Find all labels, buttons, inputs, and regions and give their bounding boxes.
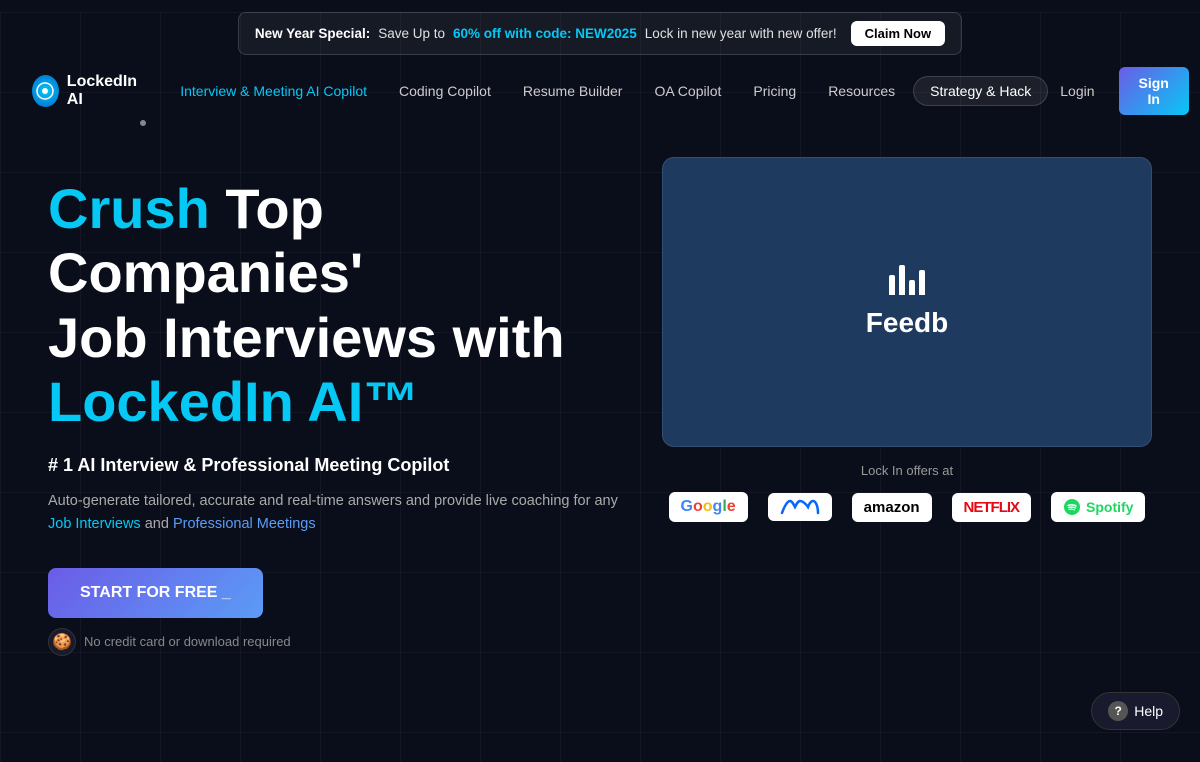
no-credit-card: 🍪 No credit card or download required — [48, 628, 291, 656]
logos-label: Lock In offers at — [662, 463, 1152, 478]
hero-subtitle: # 1 AI Interview & Professional Meeting … — [48, 455, 622, 476]
hero-description: Auto-generate tailored, accurate and rea… — [48, 490, 622, 536]
google-logo: Google — [669, 492, 748, 522]
login-button[interactable]: Login — [1048, 76, 1106, 106]
bar-4 — [919, 270, 925, 295]
hero-link-interviews[interactable]: Job Interviews — [48, 516, 141, 532]
announcement-prefix: New Year Special: — [255, 26, 370, 41]
help-button[interactable]: ? Help — [1091, 692, 1180, 730]
bar-chart-icon — [889, 265, 925, 295]
meta-logo — [768, 493, 832, 521]
nav-right: Login Sign In — [1048, 67, 1189, 115]
nav-resume[interactable]: Resume Builder — [509, 76, 637, 106]
nav-resources[interactable]: Resources — [814, 76, 909, 106]
nav-strategy[interactable]: Strategy & Hack — [913, 76, 1048, 106]
no-cc-text: No credit card or download required — [84, 634, 291, 649]
spotify-text: Spotify — [1086, 499, 1133, 515]
announcement-save: Save Up to — [378, 26, 445, 41]
start-free-button[interactable]: START FOR FREE _ — [48, 568, 263, 618]
announcement-lock: Lock in new year with new offer! — [645, 26, 837, 41]
nav-oa[interactable]: OA Copilot — [640, 76, 735, 106]
spotify-logo: Spotify — [1051, 492, 1145, 522]
bar-3 — [909, 280, 915, 295]
hero-title-crush: Crush — [48, 177, 210, 240]
bar-2 — [899, 265, 905, 295]
nav-coding[interactable]: Coding Copilot — [385, 76, 505, 106]
cookie-icon: 🍪 — [48, 628, 76, 656]
help-icon: ? — [1108, 701, 1128, 721]
logo-icon — [32, 75, 59, 107]
claim-now-button[interactable]: Claim Now — [851, 21, 945, 46]
announcement-highlight: 60% off with code: NEW2025 — [453, 26, 637, 41]
hero-link-meetings[interactable]: Professional Meetings — [173, 516, 316, 532]
video-placeholder: Feedb — [866, 265, 948, 339]
cta-area: START FOR FREE _ 🍪 No credit card or dow… — [48, 568, 622, 656]
video-container: Feedb — [662, 157, 1152, 447]
right-section: Feedb Lock In offers at Google amazon — [662, 157, 1152, 522]
logo-text: LockedIn AI — [67, 73, 142, 109]
netflix-logo: NETFLIX — [952, 493, 1032, 522]
hero-title: Crush Top Companies'Job Interviews withL… — [48, 177, 622, 435]
hero-title-brand: LockedIn AI™ — [48, 370, 419, 433]
logos-section: Lock In offers at Google amazon NETFL — [662, 463, 1152, 522]
announcement-bar: New Year Special: Save Up to 60% off wit… — [238, 12, 962, 55]
feed-text: Feedb — [866, 307, 948, 339]
logo[interactable]: LockedIn AI — [32, 73, 142, 109]
help-label: Help — [1134, 703, 1163, 719]
nav-pricing[interactable]: Pricing — [739, 76, 810, 106]
amazon-logo: amazon — [852, 493, 932, 522]
signup-button[interactable]: Sign In — [1119, 67, 1189, 115]
nav-interview[interactable]: Interview & Meeting AI Copilot — [166, 76, 381, 106]
nav-links: Interview & Meeting AI Copilot Coding Co… — [166, 76, 1048, 106]
bar-1 — [889, 275, 895, 295]
left-section: Crush Top Companies'Job Interviews withL… — [48, 157, 622, 656]
netflix-text: NETFLIX — [964, 499, 1020, 516]
navbar: LockedIn AI Interview & Meeting AI Copil… — [0, 55, 1200, 127]
main-content: Crush Top Companies'Job Interviews withL… — [0, 127, 1200, 656]
logos-row: Google amazon NETFLIX — [662, 492, 1152, 522]
